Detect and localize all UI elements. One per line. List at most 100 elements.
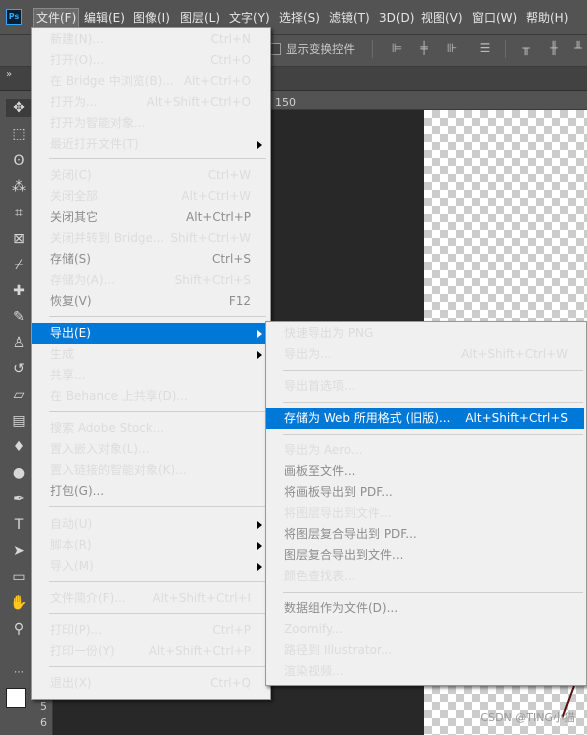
menu-item-quick-export-png[interactable]: 快速导出为 PNG	[266, 323, 584, 344]
menu-select[interactable]: 选择(S)	[279, 9, 320, 27]
menu-item-generate[interactable]: 生成	[32, 344, 268, 365]
menu-item-share[interactable]: 共享...	[32, 365, 268, 386]
path-selection-tool-icon[interactable]: ➤	[10, 542, 28, 560]
menu-item-import[interactable]: 导入(M)	[32, 556, 268, 577]
menu-separator	[283, 434, 583, 435]
distribute-icon[interactable]: ☰	[478, 41, 492, 55]
align-middle-icon[interactable]: ╫	[547, 41, 561, 55]
gradient-tool-icon[interactable]: ▤	[10, 412, 28, 430]
align-bottom-icon[interactable]: ╨	[571, 41, 585, 55]
menu-item-close-others: 关闭其它 Alt+Ctrl+P	[50, 210, 251, 224]
lasso-tool-icon[interactable]: ʘ	[10, 152, 28, 170]
menu-item-open-as[interactable]: 打开为... Alt+Shift+Ctrl+O	[32, 92, 268, 113]
menu-item-recent-files[interactable]: 最近打开文件(T)	[32, 134, 268, 155]
blur-tool-icon[interactable]: ♦	[10, 438, 28, 456]
menu-edit[interactable]: 编辑(E)	[84, 9, 125, 27]
menu-separator	[49, 158, 266, 159]
menu-item-export[interactable]: 导出(E)	[32, 323, 268, 344]
menu-item-exit[interactable]: 退出(X) Ctrl+Q	[32, 673, 268, 694]
healing-brush-tool-icon[interactable]: ✚	[10, 282, 28, 300]
eraser-tool-icon[interactable]: ▱	[10, 386, 28, 404]
menu-item-open-smart-object[interactable]: 打开为智能对象...	[32, 113, 268, 134]
rectangle-tool-icon[interactable]: ▭	[10, 568, 28, 586]
menu-item-close[interactable]: 关闭(C) Ctrl+W	[32, 165, 268, 186]
menu-item-scripts[interactable]: 脚本(R)	[32, 535, 268, 556]
menu-item-share-behance[interactable]: 在 Behance 上共享(D)...	[32, 386, 268, 407]
menu-item-print-one-copy[interactable]: 打印一份(Y) Alt+Shift+Ctrl+P	[32, 641, 268, 662]
divider	[505, 40, 506, 58]
hand-tool-icon[interactable]: ✋	[10, 594, 28, 612]
menu-item-place-linked[interactable]: 置入链接的智能对象(K)...	[32, 460, 268, 481]
photoshop-logo: Ps	[6, 9, 22, 25]
pen-tool-icon[interactable]: ✒	[10, 490, 28, 508]
menu-item-save: 存储(S) Ctrl+S	[50, 252, 251, 266]
menu-help[interactable]: 帮助(H)	[526, 9, 568, 27]
show-transform-label: 显示变换控件	[286, 42, 355, 56]
brush-tool-icon[interactable]: ✎	[10, 308, 28, 326]
menu-item-save-as[interactable]: 存储为(A)... Shift+Ctrl+S	[32, 270, 268, 291]
magic-wand-tool-icon[interactable]: ⁂	[10, 178, 28, 196]
menu-item-new[interactable]: 新建(N)... Ctrl+N	[32, 29, 268, 50]
submenu-arrow-icon	[257, 330, 262, 338]
watermark: CSDN @TING小猫	[480, 711, 575, 724]
menu-item-layer-comps-to-pdf: 将图层复合导出到 PDF...	[284, 527, 417, 541]
zoom-tool-icon[interactable]: ⚲	[10, 620, 28, 638]
menu-item-color-lookup-tables[interactable]: 颜色查找表...	[266, 566, 584, 587]
history-brush-tool-icon[interactable]: ↺	[10, 360, 28, 378]
menu-separator	[49, 666, 266, 667]
menu-item-place-embedded[interactable]: 置入嵌入对象(L)...	[32, 439, 268, 460]
menu-item-data-sets-as-files: 数据组作为文件(D)...	[284, 601, 399, 615]
menu-image[interactable]: 图像(I)	[133, 9, 170, 27]
menu-item-browse-bridge[interactable]: 在 Bridge 中浏览(B)... Alt+Ctrl+O	[32, 71, 268, 92]
marquee-tool-icon[interactable]: ⬚	[10, 125, 28, 143]
ruler-label: 6	[40, 716, 47, 729]
move-tool-icon[interactable]: ✥	[6, 99, 32, 117]
menu-layer[interactable]: 图层(L)	[180, 9, 220, 27]
submenu-arrow-icon	[257, 521, 262, 529]
menu-separator	[49, 411, 266, 412]
menu-item-artboards-to-pdf: 将画板导出到 PDF...	[284, 485, 393, 499]
menu-3d[interactable]: 3D(D)	[379, 9, 414, 27]
menu-item-paths-to-illustrator[interactable]: 路径到 Illustrator...	[266, 640, 584, 661]
type-tool-icon[interactable]: T	[10, 516, 28, 534]
menu-item-package: 打包(G)...	[50, 484, 105, 498]
eyedropper-tool-icon[interactable]: ⌿	[10, 256, 28, 274]
collapse-panel-icon[interactable]: »	[6, 69, 12, 80]
menu-file[interactable]: 文件(F)	[33, 8, 80, 28]
menu-window[interactable]: 窗口(W)	[472, 9, 517, 27]
menu-item-zoomify[interactable]: Zoomify...	[266, 619, 584, 640]
menu-filter[interactable]: 滤镜(T)	[329, 9, 370, 27]
menu-type[interactable]: 文字(Y)	[229, 9, 270, 27]
crop-tool-icon[interactable]: ⌗	[10, 204, 28, 222]
align-right-icon[interactable]: ⊪	[445, 41, 459, 55]
menu-item-render-video[interactable]: 渲染视频...	[266, 661, 584, 682]
align-left-icon[interactable]: ⊫	[390, 41, 404, 55]
menu-item-close-go-bridge[interactable]: 关闭并转到 Bridge... Shift+Ctrl+W	[32, 228, 268, 249]
menu-item-export-aero[interactable]: 导出为 Aero...	[266, 440, 584, 461]
foreground-color-swatch[interactable]	[6, 688, 26, 708]
menu-separator	[283, 592, 583, 593]
menu-item-artboards-to-files: 画板至文件...	[284, 464, 356, 478]
menu-item-revert: 恢复(V) F12	[50, 294, 251, 308]
menu-item-export-as[interactable]: 导出为... Alt+Shift+Ctrl+W	[266, 344, 584, 365]
menu-item-print[interactable]: 打印(P)... Ctrl+P	[32, 620, 268, 641]
menu-separator	[49, 506, 266, 507]
submenu-arrow-icon	[257, 141, 262, 149]
edit-toolbar-icon[interactable]: ⋯	[10, 664, 28, 682]
align-center-icon[interactable]: ╪	[417, 41, 431, 55]
menu-item-export-preferences[interactable]: 导出首选项...	[266, 376, 584, 397]
menu-item-close-all[interactable]: 关闭全部 Alt+Ctrl+W	[32, 186, 268, 207]
frame-tool-icon[interactable]: ⊠	[10, 230, 28, 248]
menu-item-file-info[interactable]: 文件简介(F)... Alt+Shift+Ctrl+I	[32, 588, 268, 609]
menu-view[interactable]: 视图(V)	[421, 9, 463, 27]
dodge-tool-icon[interactable]: ●	[10, 464, 28, 482]
clone-stamp-tool-icon[interactable]: ♙	[10, 334, 28, 352]
menu-item-automate[interactable]: 自动(U)	[32, 514, 268, 535]
menu-item-search-adobe-stock[interactable]: 搜索 Adobe Stock...	[32, 418, 268, 439]
align-top-icon[interactable]: ╥	[519, 41, 533, 55]
menu-item-open[interactable]: 打开(O)... Ctrl+O	[32, 50, 268, 71]
ruler-label: 5	[40, 700, 47, 713]
menu-item-save-for-web[interactable]: 存储为 Web 所用格式 (旧版)... Alt+Shift+Ctrl+S	[266, 408, 584, 429]
menu-item-layers-to-files[interactable]: 将图层导出到文件...	[266, 503, 584, 524]
submenu-arrow-icon	[257, 563, 262, 571]
